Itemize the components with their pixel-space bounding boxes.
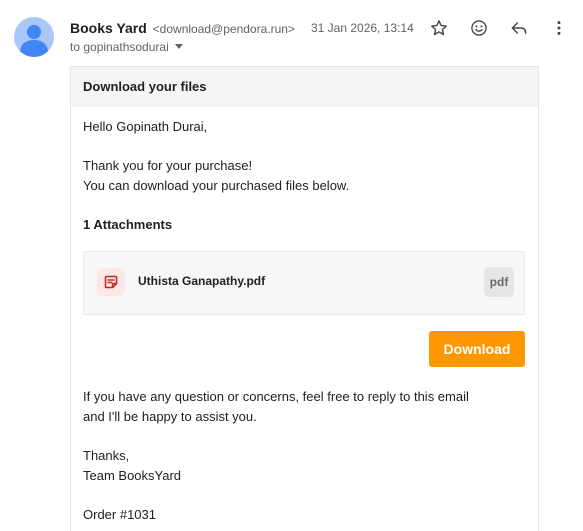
more-options-button[interactable] — [546, 15, 572, 41]
emoji-icon — [471, 20, 487, 36]
file-icon — [97, 268, 125, 296]
email-body: Download your files Hello Gopinath Durai… — [70, 66, 539, 531]
download-button[interactable]: Download — [429, 331, 525, 367]
signoff-thanks: Thanks, — [83, 448, 130, 463]
thanks-text: Thank you for your purchase! — [83, 158, 253, 173]
reply-button[interactable] — [506, 15, 532, 41]
greeting-text: Hello Gopinath Durai, — [83, 119, 208, 134]
attachments-heading: 1 Attachments — [83, 217, 173, 232]
sender-email: <download@pendora.run> — [152, 22, 295, 36]
person-icon — [20, 25, 48, 57]
email-title: Download your files — [71, 67, 538, 107]
order-number: Order #1031 — [83, 507, 156, 522]
attachment-card[interactable]: Uthista Ganapathy.pdf pdf — [83, 251, 525, 315]
chevron-down-icon[interactable] — [174, 44, 183, 50]
recipient-line[interactable]: to gopinathsodurai — [70, 39, 183, 55]
recipient-label: to gopinathsodurai — [70, 40, 169, 54]
question-text-line-2: and I'll be happy to assist you. — [83, 409, 257, 424]
attachment-file-name[interactable]: Uthista Ganapathy.pdf — [138, 274, 265, 288]
email-view: Books Yard <download@pendora.run> to gop… — [0, 0, 583, 531]
signoff-team: Team BooksYard — [83, 468, 182, 483]
reply-icon — [511, 22, 527, 34]
star-icon — [431, 20, 447, 36]
sender-info: Books Yard <download@pendora.run> — [70, 18, 295, 39]
email-timestamp: 31 Jan 2026, 13:14 — [311, 21, 414, 35]
file-extension-badge: pdf — [484, 267, 514, 297]
sender-avatar[interactable] — [14, 17, 54, 57]
more-vert-icon — [557, 21, 561, 35]
question-text-line-1: If you have any question or concerns, fe… — [83, 389, 469, 404]
add-reaction-button[interactable] — [466, 15, 492, 41]
star-button[interactable] — [426, 15, 452, 41]
sender-name[interactable]: Books Yard — [70, 20, 147, 36]
download-info-text: You can download your purchased files be… — [83, 178, 350, 193]
